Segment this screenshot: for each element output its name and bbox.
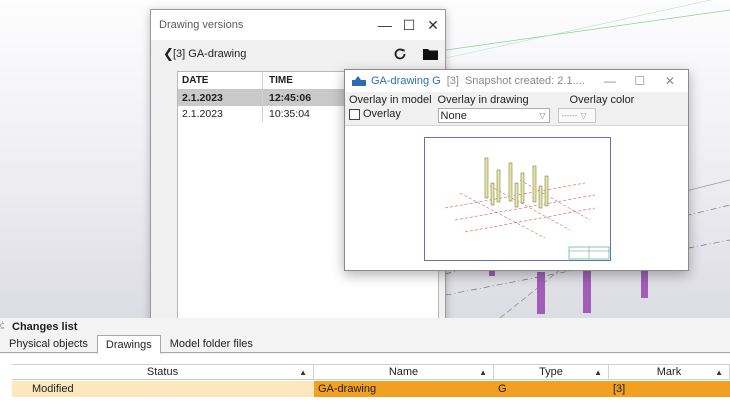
column-header-label: Name: [388, 366, 419, 378]
overlay-drawing-select[interactable]: None ▽: [437, 108, 550, 123]
chevron-down-icon: ▽: [580, 111, 587, 120]
overlay-color-label: Overlay color: [569, 94, 635, 106]
column-header-label: Status: [146, 366, 179, 378]
version-time: 10:35:04: [262, 106, 346, 122]
column-header-name[interactable]: Name ▲: [314, 365, 494, 379]
minimize-button[interactable]: —: [595, 74, 625, 88]
grid-line: [445, 0, 713, 59]
preview-title-mark: [3]: [446, 75, 459, 87]
overlay-checkbox-label[interactable]: Overlay: [363, 108, 401, 120]
overlay-color-value: ------: [561, 111, 578, 120]
refresh-icon[interactable]: [385, 42, 415, 66]
overlay-drawing-value: None: [440, 109, 467, 122]
close-button[interactable]: ✕: [421, 13, 445, 37]
cell-mark: [3]: [609, 381, 730, 397]
drawing-name: [3] GA-drawing: [173, 48, 247, 60]
changes-grid-header: Status ▲ Name ▲ Type ▲ Mark ▲: [12, 364, 730, 380]
overlay-model-group: Overlay in model Overlay: [349, 94, 432, 123]
sort-arrow-icon: ▲: [299, 367, 307, 377]
maximize-button[interactable]: ☐: [625, 74, 655, 88]
drawing-versions-titlebar[interactable]: Drawing versions — ☐ ✕: [151, 10, 445, 40]
sort-arrow-icon: ▲: [594, 367, 602, 377]
changes-list-header: ⫃ Changes list: [0, 318, 730, 335]
drawing-app-icon: [352, 76, 366, 86]
ga-drawing-thumbnail: [444, 157, 610, 260]
checkbox-icon[interactable]: [349, 108, 360, 120]
changes-tabs: Physical objects Drawings Model folder f…: [0, 335, 730, 354]
grid-line: [445, 9, 730, 51]
changes-list-title: Changes list: [12, 320, 78, 333]
version-date: 2.1.2023: [182, 108, 223, 120]
sort-arrow-icon: ▲: [479, 367, 487, 377]
changes-list-panel: ⫃ Changes list Physical objects Drawings…: [0, 318, 730, 411]
chevron-down-icon: ▽: [539, 111, 546, 120]
overlay-model-label: Overlay in model: [349, 94, 432, 106]
cell-type: G: [494, 381, 609, 397]
tab-physical-objects[interactable]: Physical objects: [0, 335, 97, 353]
overlay-drawing-label: Overlay in drawing: [437, 94, 529, 106]
overlay-color-group: Overlay color ------ ▽: [556, 94, 635, 123]
overlay-drawing-group: Overlay in drawing None ▽: [437, 94, 550, 123]
preview-canvas[interactable]: [345, 127, 688, 270]
column-header-date[interactable]: DATE: [178, 75, 262, 86]
minimize-button[interactable]: —: [373, 13, 397, 37]
column-mark: [537, 272, 545, 314]
preview-title-name: GA-drawing G: [371, 75, 441, 87]
overlay-checkbox[interactable]: Overlay: [349, 108, 432, 120]
back-arrow-icon[interactable]: ❮: [163, 46, 174, 62]
column-header-label: Type: [539, 366, 563, 378]
window-title: Drawing versions: [159, 19, 244, 31]
version-date: 2.1.2023: [182, 92, 223, 104]
column-header-mark[interactable]: Mark ▲: [609, 365, 730, 379]
overlay-color-select[interactable]: ------ ▽: [557, 108, 596, 123]
column-mark: [583, 268, 591, 313]
tab-model-folder-files[interactable]: Model folder files: [161, 335, 262, 353]
drawing-preview-window[interactable]: GA-drawing G [3] Snapshot created: 2.1..…: [344, 69, 689, 271]
preview-titlebar[interactable]: GA-drawing G [3] Snapshot created: 2.1..…: [345, 70, 688, 92]
close-button[interactable]: ✕: [655, 74, 685, 88]
drawing-sheet: [424, 137, 611, 261]
tab-drawings[interactable]: Drawings: [96, 335, 161, 354]
table-row[interactable]: Modified GA-drawing G [3]: [12, 381, 730, 397]
sort-arrow-icon: ▲: [715, 367, 723, 377]
column-header-label: Mark: [656, 366, 682, 378]
grid-line: [499, 269, 561, 318]
cell-name: GA-drawing: [314, 381, 494, 397]
folder-icon[interactable]: [415, 42, 445, 66]
column-header-type[interactable]: Type ▲: [494, 365, 609, 379]
panel-icon: ⫃: [0, 320, 5, 332]
column-header-time[interactable]: TIME: [262, 72, 346, 89]
cell-status: Modified: [12, 381, 314, 397]
version-time: 12:45:06: [262, 90, 346, 106]
changes-grid[interactable]: Status ▲ Name ▲ Type ▲ Mark ▲ Modified GA-dr…: [0, 354, 730, 411]
preview-title-status: Snapshot created: 2.1....: [464, 75, 585, 87]
maximize-button[interactable]: ☐: [397, 13, 421, 37]
versions-toolbar: ❮ [3] GA-drawing: [151, 40, 445, 68]
column-header-status[interactable]: Status ▲: [12, 365, 314, 379]
overlay-options: Overlay in model Overlay Overlay in draw…: [345, 92, 688, 126]
